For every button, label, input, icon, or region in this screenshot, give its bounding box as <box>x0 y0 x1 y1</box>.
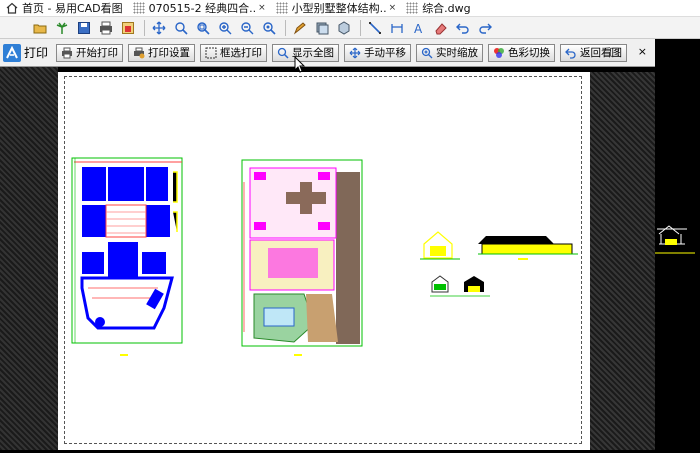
manual-pan-button[interactable]: 手动平移 <box>344 43 412 62</box>
model-space-canvas[interactable] <box>655 39 700 450</box>
drawing-icon <box>275 2 288 14</box>
mouse-cursor-icon <box>294 56 306 73</box>
zoom-in-icon[interactable] <box>215 19 235 37</box>
drawing-icon <box>406 2 419 14</box>
print-settings-icon <box>133 47 145 59</box>
tab-label: 070515-2 经典四合.. <box>148 2 257 15</box>
eraser-icon[interactable] <box>431 19 451 37</box>
tab-document-2[interactable]: 小型别墅整体结构.. × <box>270 0 401 17</box>
color-switch-icon <box>493 47 505 59</box>
edit-pencil-icon[interactable] <box>290 19 310 37</box>
redo-icon[interactable] <box>475 19 495 37</box>
printer-icon <box>61 47 73 59</box>
return-icon <box>565 47 577 59</box>
start-print-button[interactable]: 开始打印 <box>56 43 124 62</box>
tab-label: 小型别墅整体结构.. <box>291 2 387 15</box>
main-toolbar: A <box>0 17 700 39</box>
canvas-background-left <box>0 39 58 450</box>
export-icon[interactable] <box>118 19 138 37</box>
print-preview-toolbar: 打印 开始打印 打印设置 框选打印 显示全图 手动平移 实时缩放 色彩切换 返回… <box>0 39 655 67</box>
floor-plan-left <box>71 157 183 356</box>
layers-icon[interactable] <box>312 19 332 37</box>
tab-document-3[interactable]: 综合.dwg <box>400 0 474 17</box>
home-icon <box>6 2 18 14</box>
drawing-fragment <box>655 225 695 254</box>
window-controls: □ × <box>609 45 647 58</box>
palm-tree-icon[interactable] <box>52 19 72 37</box>
drawing-icon <box>132 2 145 14</box>
tab-label: 首页 - 易用CAD看图 <box>22 2 123 15</box>
tab-home[interactable]: 首页 - 易用CAD看图 <box>0 0 127 17</box>
save-icon[interactable] <box>74 19 94 37</box>
print-icon[interactable] <box>96 19 116 37</box>
close-button[interactable]: × <box>638 45 647 58</box>
button-label: 开始打印 <box>76 47 119 59</box>
close-icon[interactable]: × <box>258 3 266 13</box>
button-label: 框选打印 <box>220 47 263 59</box>
zoom-out-icon[interactable] <box>237 19 257 37</box>
site-plan-center <box>241 159 363 356</box>
tab-document-1[interactable]: 070515-2 经典四合.. × <box>127 0 270 17</box>
toolbar-separator <box>360 19 361 36</box>
button-label: 色彩切换 <box>508 47 551 59</box>
button-label: 打印设置 <box>148 47 191 59</box>
toolbar-separator <box>144 19 145 36</box>
move-icon[interactable] <box>149 19 169 37</box>
window-title: 打印 <box>24 46 49 60</box>
zoom-icon <box>421 47 433 59</box>
print-preview-paper[interactable] <box>58 72 590 450</box>
realtime-zoom-button[interactable]: 实时缩放 <box>416 43 484 62</box>
box-select-icon <box>205 47 217 59</box>
svg-text:A: A <box>414 22 423 35</box>
tab-label: 综合.dwg <box>422 2 471 15</box>
button-label: 手动平移 <box>364 47 407 59</box>
color-switch-button[interactable]: 色彩切换 <box>488 43 556 62</box>
print-settings-button[interactable]: 打印设置 <box>128 43 196 62</box>
dimension-icon[interactable] <box>387 19 407 37</box>
pan-icon <box>349 47 361 59</box>
toolbar-separator <box>285 19 286 36</box>
box-select-print-button[interactable]: 框选打印 <box>200 43 268 62</box>
canvas-background-right <box>590 72 655 450</box>
block-icon[interactable] <box>334 19 354 37</box>
close-icon[interactable]: × <box>389 3 397 13</box>
button-label: 实时缩放 <box>436 47 479 59</box>
open-folder-icon[interactable] <box>30 19 50 37</box>
zoom-extents-icon[interactable] <box>259 19 279 37</box>
zoom-realtime-icon[interactable] <box>171 19 191 37</box>
zoom-window-icon[interactable] <box>193 19 213 37</box>
app-logo-icon <box>3 43 21 62</box>
elevation-drawings <box>420 231 578 297</box>
maximize-button[interactable]: □ <box>609 45 619 58</box>
undo-icon[interactable] <box>453 19 473 37</box>
fit-view-icon <box>277 47 289 59</box>
line-icon[interactable] <box>365 19 385 37</box>
text-icon[interactable]: A <box>409 19 429 37</box>
tab-bar: 首页 - 易用CAD看图 070515-2 经典四合.. × 小型别墅整体结构.… <box>0 0 700 17</box>
